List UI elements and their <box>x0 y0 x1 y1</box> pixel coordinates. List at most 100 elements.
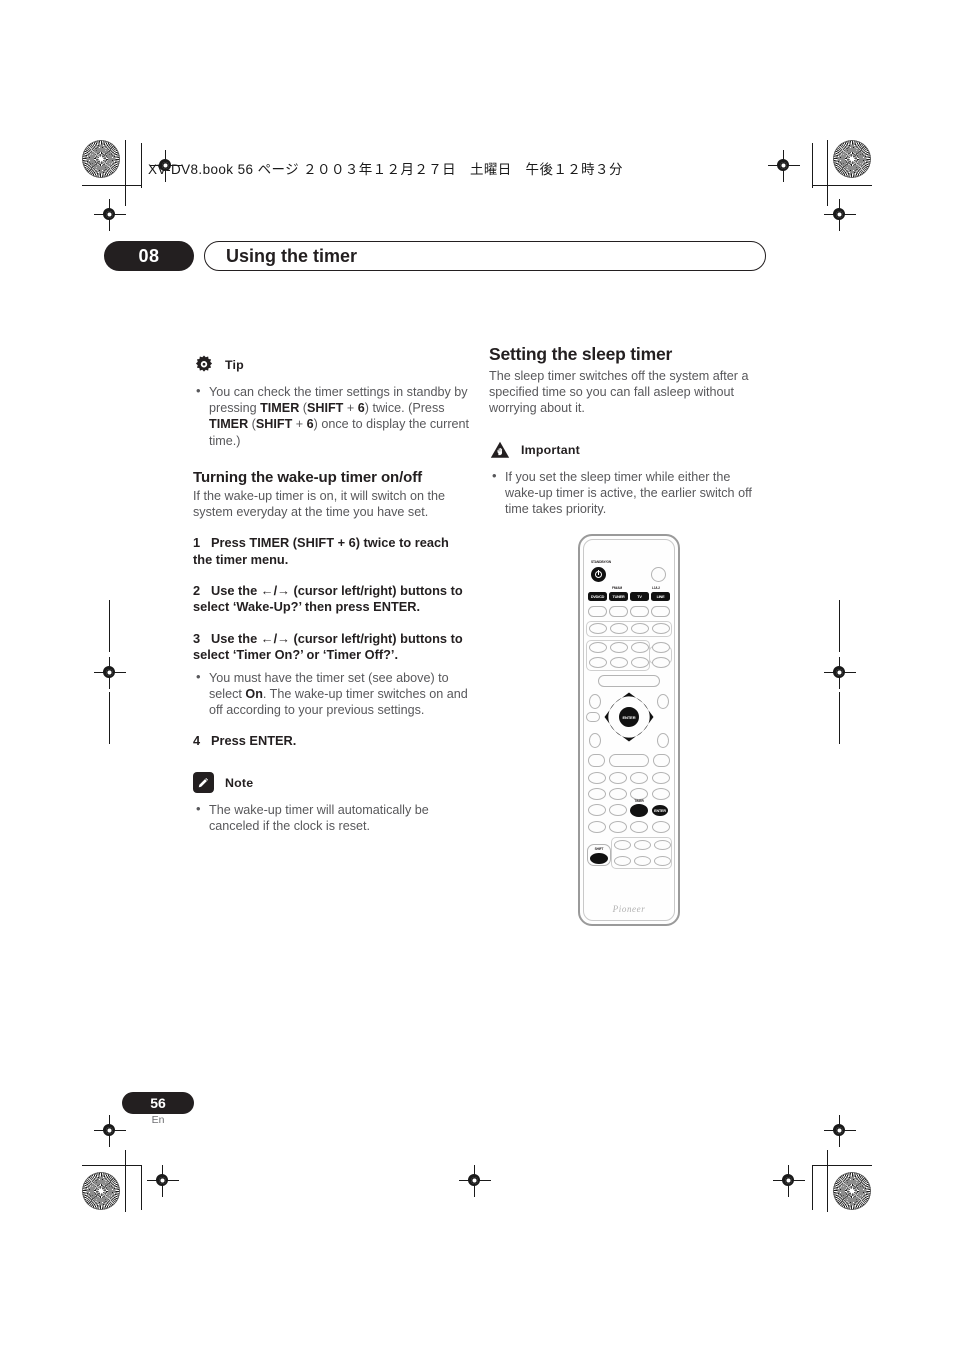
step-3-number: 3 <box>193 630 201 646</box>
page-title: Using the timer <box>226 246 358 266</box>
crop-line-left-mid <box>109 600 111 652</box>
page-number-badge: 56 <box>122 1092 194 1114</box>
crop-line-tl-v <box>125 140 127 206</box>
remote-button-row4-3 <box>631 657 649 668</box>
registration-target-top-right <box>768 150 800 182</box>
remote-keypad-5 <box>588 788 606 800</box>
step-1-text: Press TIMER (SHIFT + 6) twice to reach t… <box>193 535 449 567</box>
remote-source-button-dvd-cd: DVD/CD <box>588 592 607 601</box>
remote-open-close-button <box>651 567 666 582</box>
remote-shift-button-highlighted <box>590 853 608 864</box>
remote-dpad-corner-bottom-right <box>657 733 669 748</box>
remote-source-button-line: LINE <box>651 592 670 601</box>
remote-source-button-tuner: TUNER <box>609 592 628 601</box>
remote-standby-button <box>591 567 606 582</box>
remote-button-row5-2 <box>609 754 649 767</box>
important-callout-header: Important <box>489 439 767 461</box>
remote-button-row2-1 <box>589 623 607 634</box>
note-pencil-icon <box>193 771 215 794</box>
tip-callout-label: Tip <box>225 358 244 372</box>
crop-line-br-h <box>812 1165 872 1167</box>
list-item: If you set the sleep timer while either … <box>489 468 767 518</box>
registration-target-bottom-left <box>147 1165 179 1197</box>
section-heading-wake-up: Turning the wake-up timer on/off <box>193 468 423 486</box>
important-callout-label: Important <box>521 442 580 457</box>
step-4: 4 Press ENTER. <box>193 733 471 749</box>
chapter-number-badge: 08 <box>104 241 194 271</box>
remote-button-row2-4 <box>652 623 670 634</box>
remote-button-row1-4 <box>651 606 670 617</box>
remote-button-row1-2 <box>609 606 628 617</box>
tip-gear-icon <box>193 354 215 376</box>
registration-target-left-middle <box>94 657 126 689</box>
step-2-text: Use the ←/→ (cursor left/right) buttons … <box>193 583 463 615</box>
crop-line-bl-h <box>82 1165 142 1167</box>
remote-line-label: L1/L2 <box>652 586 660 590</box>
crop-line-bl-v <box>125 1150 127 1212</box>
remote-timer-callout-label: TIMER <box>634 799 644 803</box>
remote-keypad-12 <box>609 821 627 833</box>
wake-up-timer-section: Turning the wake-up timer on/off If the … <box>193 469 471 750</box>
remote-button-row4-2 <box>610 657 628 668</box>
registration-target-bottom-center <box>459 1165 491 1197</box>
remote-bottom-button-2 <box>634 840 651 850</box>
step-3-text: Use the ←/→ (cursor left/right) buttons … <box>193 630 463 663</box>
remote-keypad-13 <box>630 821 648 833</box>
remote-keypad-enter-button-highlighted: ENTER <box>652 805 668 816</box>
remote-keypad-8 <box>652 788 670 800</box>
remote-dpad-corner-top-right <box>657 694 669 709</box>
page-language-label: En <box>151 1114 165 1126</box>
remote-keypad-4 <box>652 772 670 784</box>
crop-line-tl-v2 <box>141 143 143 188</box>
remote-bottom-button-1 <box>614 840 631 850</box>
pioneer-remote-control-illustration: STANDBY/ON FM/AM L1/L2 DVD/CD TUNER TV L… <box>578 534 680 926</box>
important-warning-icon <box>489 439 511 461</box>
list-item: You can check the timer settings in stan… <box>193 383 471 449</box>
step-3-note-text: You must have the timer set (see above) … <box>209 670 468 718</box>
crop-line-tl-h <box>82 185 142 187</box>
remote-bottom-button-5 <box>634 856 651 866</box>
list-item: The wake-up timer will automatically be … <box>193 801 471 834</box>
step-2-number: 2 <box>193 583 201 599</box>
remote-button-row5-3 <box>653 754 670 767</box>
registration-starburst-top-left <box>82 140 120 178</box>
remote-button-row1-1 <box>588 606 607 617</box>
note-bullet-list: The wake-up timer will automatically be … <box>193 801 471 834</box>
remote-shift-label: SHIFT <box>594 847 604 851</box>
registration-starburst-top-right <box>833 140 871 178</box>
remote-keypad-1 <box>588 772 606 784</box>
remote-cursor-pad: ENTER <box>603 691 655 743</box>
crop-line-left-mid2 <box>109 692 111 744</box>
remote-wide-button <box>598 675 660 687</box>
remote-timer-button-highlighted <box>630 804 648 817</box>
remote-keypad-14 <box>652 821 670 833</box>
remote-bottom-button-6 <box>654 856 671 866</box>
important-bullet-list: If you set the sleep timer while either … <box>489 468 767 518</box>
step-1: 1 Press TIMER (SHIFT + 6) twice to reach … <box>193 535 471 568</box>
remote-button-row2-2 <box>610 623 628 634</box>
section-heading-sleep-timer: Setting the sleep timer <box>489 344 673 364</box>
remote-button-row3-4 <box>652 642 670 653</box>
remote-button-row4-4 <box>652 657 670 668</box>
remote-button-row3-1 <box>589 642 607 653</box>
remote-button-row1-3 <box>630 606 649 617</box>
remote-button-row2-3 <box>631 623 649 634</box>
tip-callout: Tip You can check the timer settings in … <box>193 354 471 449</box>
remote-bottom-button-3 <box>654 840 671 850</box>
tip-callout-header: Tip <box>193 354 471 376</box>
remote-keypad-10 <box>609 804 627 816</box>
registration-starburst-bottom-right <box>833 1172 871 1210</box>
remote-dpad-side-left <box>586 712 600 722</box>
remote-brand-logo: Pioneer <box>612 904 646 914</box>
file-header-line: XV-DV8.book 56 ページ ２００３年１２月２７日 土曜日 午後１２時… <box>148 162 623 177</box>
remote-button-row3-2 <box>610 642 628 653</box>
remote-keypad-9 <box>588 804 606 816</box>
remote-keypad-11 <box>588 821 606 833</box>
remote-enter-button: ENTER <box>618 706 640 728</box>
power-icon <box>595 570 602 578</box>
left-column: Tip You can check the timer settings in … <box>193 350 471 835</box>
registration-target-left-lower <box>94 1115 126 1147</box>
note-callout-label: Note <box>225 775 254 790</box>
registration-starburst-bottom-left <box>82 1172 120 1210</box>
registration-target-right-middle <box>824 657 856 689</box>
